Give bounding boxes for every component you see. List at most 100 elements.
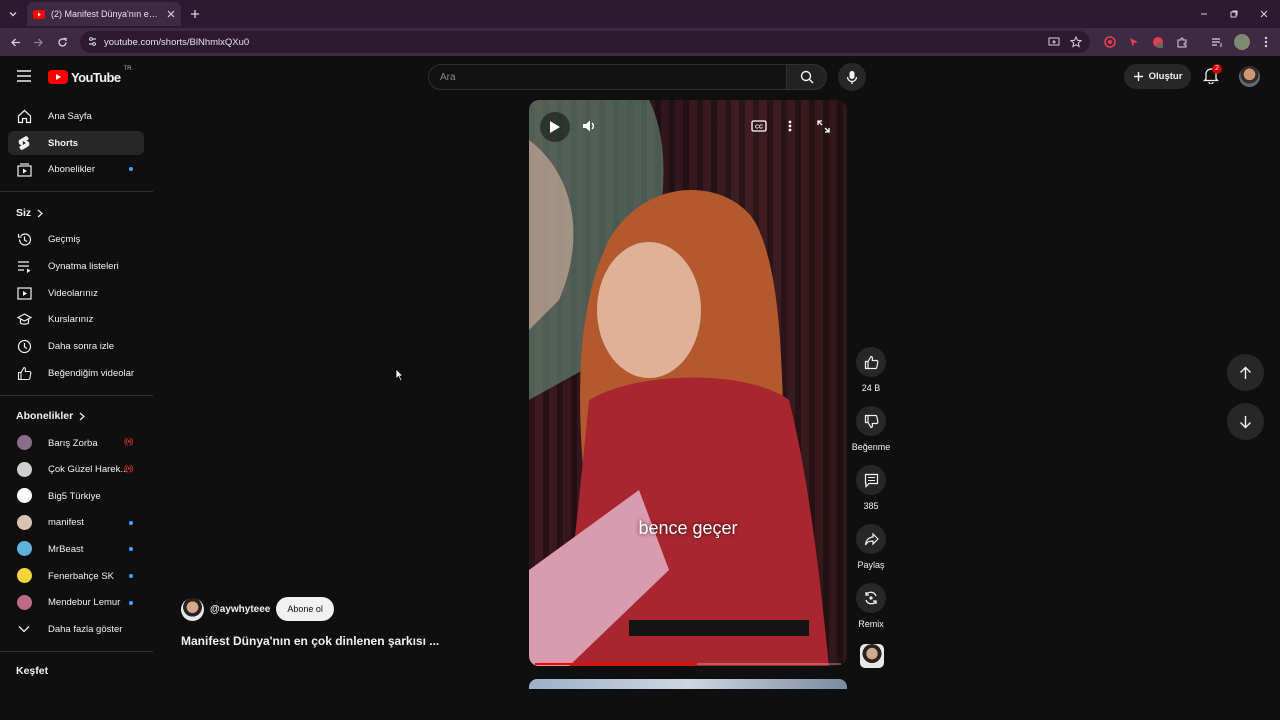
play-button[interactable]	[540, 112, 570, 142]
volume-button[interactable]	[582, 119, 598, 133]
share-action[interactable]: Paylaş	[851, 524, 891, 570]
next-short-button[interactable]	[1227, 403, 1264, 440]
voice-search-button[interactable]	[838, 63, 866, 91]
channel-name[interactable]: @aywhyteee	[210, 604, 270, 615]
site-info-icon[interactable]	[87, 36, 98, 47]
history-icon	[16, 231, 32, 247]
sidebar-item-shorts[interactable]: Shorts	[8, 131, 144, 155]
dislike-action[interactable]: Beğenme	[851, 406, 891, 452]
youtube-logo-icon	[48, 70, 68, 84]
extension-badge-icon[interactable]	[1151, 35, 1165, 49]
thumbs-down-icon	[864, 414, 878, 428]
media-queue-icon[interactable]	[1210, 35, 1224, 49]
short-video-player[interactable]: CC bence geçer	[529, 100, 847, 666]
sidebar-item-liked-videos[interactable]: Beğendiğim videolar	[8, 361, 144, 385]
new-tab-icon[interactable]	[187, 6, 203, 22]
back-icon[interactable]	[7, 34, 23, 50]
extensions-puzzle-icon[interactable]	[1175, 35, 1189, 49]
extension-cursor-icon[interactable]	[1127, 35, 1141, 49]
sidebar-item-watch-later[interactable]: Daha sonra izle	[8, 334, 144, 358]
restore-icon[interactable]	[1226, 6, 1242, 22]
tab-close-icon[interactable]	[167, 10, 175, 18]
sidebar-item-label: Mendebur Lemur	[48, 597, 121, 609]
sound-thumbnail[interactable]	[860, 644, 884, 668]
profile-avatar-icon[interactable]	[1234, 34, 1250, 50]
sidebar-subscriptions-heading[interactable]: Abonelikler	[16, 410, 86, 422]
sidebar-item-playlists[interactable]: Oynatma listeleri	[8, 254, 144, 278]
reload-icon[interactable]	[54, 34, 70, 50]
sidebar-item-your-videos[interactable]: Videolarınız	[8, 281, 144, 305]
hamburger-menu-icon[interactable]	[16, 69, 32, 83]
sidebar-item-label: Çok Güzel Harek...	[48, 464, 129, 476]
next-short-preview[interactable]	[529, 679, 847, 689]
close-window-icon[interactable]	[1256, 6, 1272, 22]
tab-list-icon[interactable]	[5, 6, 21, 22]
sidebar-subscription-item[interactable]: MrBeast	[8, 537, 144, 561]
extension-red-icon[interactable]	[1103, 35, 1117, 49]
channel-avatar	[17, 514, 32, 530]
remix-button[interactable]	[856, 583, 886, 613]
comments-action[interactable]: 385	[851, 465, 891, 511]
fullscreen-button[interactable]	[817, 120, 830, 133]
plus-icon	[1133, 71, 1144, 82]
video-frame-illustration	[529, 100, 829, 666]
browser-tab-active[interactable]: (2) Manifest Dünya'nın en çok d	[27, 2, 181, 26]
minimize-icon[interactable]	[1196, 6, 1212, 22]
sidebar-item-home[interactable]: Ana Sayfa	[8, 104, 144, 128]
channel-avatar[interactable]	[181, 597, 204, 621]
sidebar-subscription-item[interactable]: Barış Zorba ((•))	[8, 431, 144, 455]
notification-badge: 2	[1212, 64, 1222, 74]
microphone-icon	[846, 70, 858, 85]
create-label: Oluştur	[1148, 71, 1183, 82]
like-action[interactable]: 24 B	[851, 347, 891, 393]
share-label: Paylaş	[857, 560, 885, 570]
notifications-button[interactable]: 2	[1203, 64, 1223, 87]
comments-button[interactable]	[856, 465, 886, 495]
show-more-button[interactable]: Daha fazla göster	[8, 617, 144, 641]
forward-icon[interactable]	[30, 34, 46, 50]
dislike-button[interactable]	[856, 406, 886, 436]
chevron-down-icon	[16, 621, 32, 637]
youtube-logo-text: YouTube	[71, 69, 121, 85]
youtube-logo[interactable]: YouTube TR	[48, 66, 131, 86]
sidebar-item-label: Barış Zorba	[48, 437, 98, 449]
video-progress-bar[interactable]	[535, 663, 841, 665]
sidebar-item-label: Oynatma listeleri	[48, 260, 119, 272]
browser-menu-icon[interactable]	[1259, 35, 1273, 49]
progress-fill	[535, 663, 698, 665]
sidebar-subscription-item[interactable]: Big5 Türkiye	[8, 484, 144, 508]
like-button[interactable]	[856, 347, 886, 377]
chevron-right-icon	[79, 412, 86, 421]
channel-avatar	[17, 435, 32, 450]
subscribe-button[interactable]: Abone ol	[276, 597, 334, 621]
short-title[interactable]: Manifest Dünya'nın en çok dinlenen şarkı…	[181, 634, 439, 648]
create-button[interactable]: Oluştur	[1124, 64, 1191, 89]
sidebar-subscription-item[interactable]: Fenerbahçe SK	[8, 564, 144, 588]
previous-short-button[interactable]	[1227, 354, 1264, 391]
remix-action[interactable]: Remix	[851, 583, 891, 629]
new-content-dot	[129, 547, 133, 552]
thumbs-up-icon	[864, 355, 878, 369]
arrow-up-icon	[1239, 366, 1252, 380]
search-input[interactable]: Ara	[428, 64, 786, 90]
sidebar-subscription-item[interactable]: manifest	[8, 511, 144, 535]
install-app-icon[interactable]	[1048, 36, 1060, 48]
sidebar-item-subscriptions[interactable]: Abonelikler	[8, 157, 144, 181]
url-text: youtube.com/shorts/BlNhmlxQXu0	[104, 36, 250, 48]
sidebar-item-label: Big5 Türkiye	[48, 490, 101, 502]
sidebar-subscription-item[interactable]: Mendebur Lemur	[8, 591, 144, 615]
bookmark-star-icon[interactable]	[1070, 36, 1082, 48]
address-bar[interactable]: youtube.com/shorts/BlNhmlxQXu0	[80, 31, 1090, 53]
channel-avatar	[17, 461, 32, 477]
share-button[interactable]	[856, 524, 886, 554]
sidebar-item-courses[interactable]: Kurslarınız	[8, 307, 144, 331]
youtube-favicon-icon	[33, 9, 45, 19]
captions-button[interactable]: CC	[751, 120, 767, 132]
account-avatar[interactable]	[1239, 66, 1260, 87]
sidebar-you-heading[interactable]: Siz	[16, 207, 44, 219]
sidebar-subscription-item[interactable]: Çok Güzel Harek... ((•))	[8, 458, 144, 482]
explore-heading-label: Keşfet	[16, 665, 49, 677]
more-options-button[interactable]	[788, 120, 792, 132]
sidebar-item-history[interactable]: Geçmiş	[8, 227, 144, 251]
search-button[interactable]	[786, 64, 827, 90]
